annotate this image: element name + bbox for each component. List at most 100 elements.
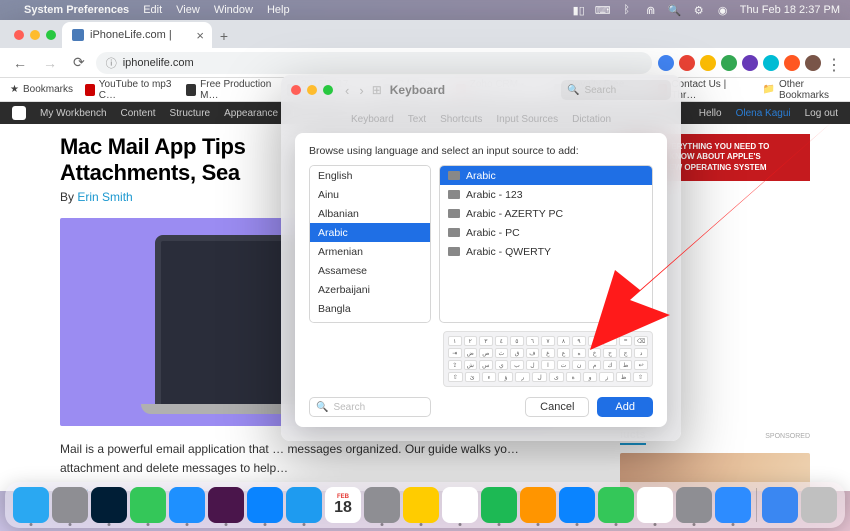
chrome-menu-icon[interactable]: ⋮: [826, 55, 842, 71]
extension-icon[interactable]: [700, 55, 716, 71]
input-source-item[interactable]: Arabic - QWERTY: [440, 242, 652, 261]
dock-app-calendar[interactable]: FEB18: [325, 487, 361, 523]
author-link[interactable]: Erin Smith: [77, 190, 132, 204]
other-bookmarks[interactable]: 📁 Other Bookmarks: [763, 79, 841, 101]
wifi-icon[interactable]: ⋒: [644, 4, 658, 16]
siri-icon[interactable]: ◉: [716, 4, 730, 16]
tab-text[interactable]: Text: [408, 114, 426, 125]
new-tab-button[interactable]: +: [212, 28, 236, 48]
menu-help[interactable]: Help: [267, 4, 290, 16]
spotlight-icon[interactable]: 🔍: [668, 4, 682, 16]
dock-app-messages[interactable]: [130, 487, 166, 523]
input-source-item[interactable]: Arabic - PC: [440, 223, 652, 242]
language-item[interactable]: English: [310, 166, 430, 185]
cancel-button[interactable]: Cancel: [525, 397, 589, 417]
close-window-button[interactable]: [14, 30, 24, 40]
close-tab-icon[interactable]: ×: [196, 28, 204, 43]
language-item[interactable]: Assamese: [310, 261, 430, 280]
site-info-icon[interactable]: ⓘ: [106, 55, 117, 71]
menu-edit[interactable]: Edit: [143, 4, 162, 16]
dock-app-drive[interactable]: [442, 487, 478, 523]
close-window-button[interactable]: [291, 85, 301, 95]
language-list[interactable]: EnglishAinuAlbanianArabicArmenianAssames…: [309, 165, 431, 323]
prefs-search[interactable]: 🔍 Search: [561, 80, 671, 100]
menu-window[interactable]: Window: [214, 4, 253, 16]
dock-downloads[interactable]: [762, 487, 798, 523]
dock-app-launchpad[interactable]: [52, 487, 88, 523]
bookmark-item[interactable]: Free Production M…: [186, 79, 275, 101]
tab-input-sources[interactable]: Input Sources: [496, 114, 558, 125]
reload-button[interactable]: ⟳: [68, 54, 90, 71]
control-center-icon[interactable]: ⚙: [692, 4, 706, 16]
tab-keyboard[interactable]: Keyboard: [351, 114, 394, 125]
dock-app-appstore[interactable]: [559, 487, 595, 523]
menubar-clock[interactable]: Thu Feb 18 2:37 PM: [740, 4, 840, 16]
input-source-item[interactable]: Arabic - 123: [440, 185, 652, 204]
bluetooth-icon[interactable]: ᛒ: [620, 4, 634, 16]
add-button[interactable]: Add: [597, 397, 653, 417]
minimize-window-button[interactable]: [307, 85, 317, 95]
browser-tab[interactable]: iPhoneLife.com | ×: [62, 22, 212, 48]
input-source-item[interactable]: Arabic - AZERTY PC: [440, 204, 652, 223]
zoom-window-button[interactable]: [46, 30, 56, 40]
admin-link[interactable]: Appearance: [224, 108, 278, 119]
back-icon[interactable]: ‹: [345, 83, 349, 98]
language-search[interactable]: 🔍 Search: [309, 397, 431, 417]
dock-app-notes[interactable]: [403, 487, 439, 523]
input-source-item[interactable]: Arabic: [440, 166, 652, 185]
dock-app-mail[interactable]: [286, 487, 322, 523]
language-item[interactable]: Azerbaijani: [310, 280, 430, 299]
dock-app-slack[interactable]: [208, 487, 244, 523]
dock-app-facetime[interactable]: [598, 487, 634, 523]
dock-app-zoom[interactable]: [715, 487, 751, 523]
dock-app-chrome[interactable]: [637, 487, 673, 523]
dock-app-finder[interactable]: [13, 487, 49, 523]
minimize-window-button[interactable]: [30, 30, 40, 40]
extension-icon[interactable]: [658, 55, 674, 71]
logout-link[interactable]: Log out: [805, 108, 838, 119]
language-item[interactable]: Albanian: [310, 204, 430, 223]
dock-app-preview[interactable]: [247, 487, 283, 523]
avatar-icon[interactable]: [805, 55, 821, 71]
keyboard-key: ش: [464, 360, 478, 370]
show-all-icon[interactable]: ⊞: [372, 83, 382, 97]
language-item[interactable]: Belarusian: [310, 318, 430, 323]
zoom-window-button[interactable]: [323, 85, 333, 95]
extension-icon[interactable]: [784, 55, 800, 71]
admin-link[interactable]: Structure: [170, 108, 211, 119]
app-menu[interactable]: System Preferences: [24, 4, 129, 16]
admin-link[interactable]: Content: [121, 108, 156, 119]
keyboard-key: ض: [464, 348, 478, 358]
url-field[interactable]: ⓘ iphonelife.com: [96, 52, 652, 74]
menu-view[interactable]: View: [176, 4, 200, 16]
forward-icon[interactable]: ›: [359, 83, 363, 98]
language-item[interactable]: Bangla: [310, 299, 430, 318]
tab-dictation[interactable]: Dictation: [572, 114, 611, 125]
dock-app-contacts[interactable]: [364, 487, 400, 523]
user-link[interactable]: Olena Kagui: [736, 108, 791, 119]
dock-app-books[interactable]: [520, 487, 556, 523]
back-button[interactable]: ←: [8, 55, 32, 71]
site-home-icon[interactable]: [12, 106, 26, 120]
keyboard-input-icon[interactable]: ⌨: [596, 4, 610, 16]
dock-app-photoshop[interactable]: [91, 487, 127, 523]
language-item[interactable]: Armenian: [310, 242, 430, 261]
bookmark-item[interactable]: YouTube to mp3 C…: [85, 79, 174, 101]
input-source-list[interactable]: ArabicArabic - 123Arabic - AZERTY PCArab…: [439, 165, 653, 323]
extension-icon[interactable]: [742, 55, 758, 71]
dock-trash[interactable]: [801, 487, 837, 523]
dock-app-systemprefs[interactable]: [676, 487, 712, 523]
admin-link[interactable]: My Workbench: [40, 108, 107, 119]
language-item[interactable]: Arabic: [310, 223, 430, 242]
keyboard-key: ⇧: [633, 372, 648, 382]
battery-icon[interactable]: ▮▯: [572, 4, 586, 16]
language-item[interactable]: Ainu: [310, 185, 430, 204]
forward-button[interactable]: →: [38, 55, 62, 71]
extension-icon[interactable]: [679, 55, 695, 71]
tab-shortcuts[interactable]: Shortcuts: [440, 114, 482, 125]
extension-icon[interactable]: [763, 55, 779, 71]
dock-app-spotify[interactable]: [481, 487, 517, 523]
dock-app-safari[interactable]: [169, 487, 205, 523]
bookmarks-folder[interactable]: ★ Bookmarks: [10, 84, 73, 95]
extension-icon[interactable]: [721, 55, 737, 71]
